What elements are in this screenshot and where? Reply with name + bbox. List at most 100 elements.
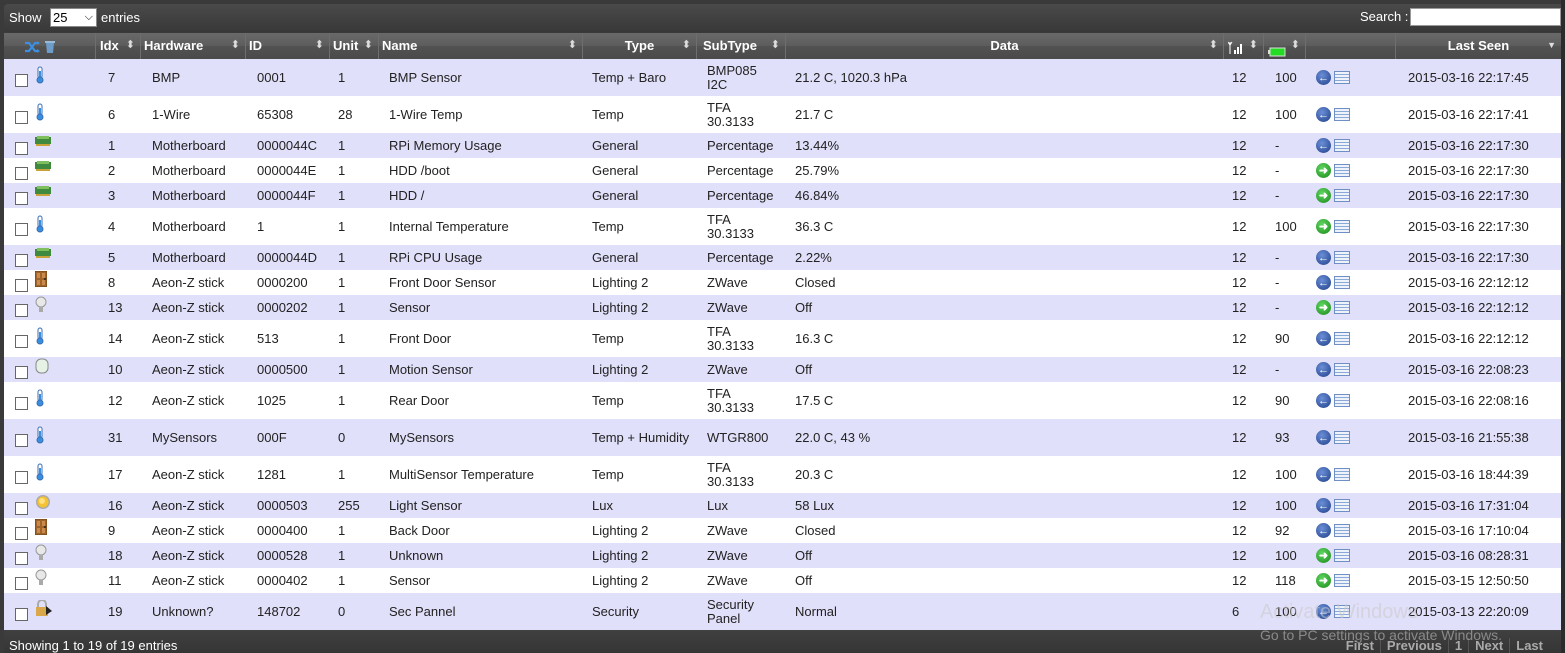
row-checkbox[interactable]: [15, 167, 28, 180]
row-checkbox[interactable]: [15, 608, 28, 621]
search-input[interactable]: [1410, 8, 1561, 26]
column-header-unit[interactable]: Unit ⬍: [330, 33, 379, 59]
arrow-left-icon[interactable]: ←: [1316, 467, 1331, 482]
arrow-left-icon[interactable]: ←: [1316, 138, 1331, 153]
log-icon[interactable]: [1334, 189, 1350, 202]
row-checkbox[interactable]: [15, 304, 28, 317]
table-row[interactable]: 12 Aeon-Z stick 1025 1 Rear Door Temp TFA 30.3…: [4, 382, 1561, 419]
thermometer-icon[interactable]: [35, 66, 51, 84]
log-icon[interactable]: [1334, 71, 1350, 84]
row-checkbox[interactable]: [15, 223, 28, 236]
row-checkbox[interactable]: [15, 552, 28, 565]
arrow-left-icon[interactable]: ←: [1316, 498, 1331, 513]
column-header-id[interactable]: ID ⬍: [246, 33, 330, 59]
row-checkbox[interactable]: [15, 74, 28, 87]
table-row[interactable]: 4 Motherboard 1 1 Internal Temperature Temp TF…: [4, 208, 1561, 245]
table-row[interactable]: 6 1-Wire 65308 28 1-Wire Temp Temp TFA 30.3133…: [4, 96, 1561, 133]
table-row[interactable]: 17 Aeon-Z stick 1281 1 MultiSensor Temperatu…: [4, 456, 1561, 493]
column-header-battery[interactable]: ⬍: [1264, 33, 1306, 59]
row-checkbox[interactable]: [15, 111, 28, 124]
arrow-right-icon[interactable]: ➜: [1316, 573, 1331, 588]
column-header-name[interactable]: Name ⬍: [379, 33, 583, 59]
lux-icon[interactable]: [35, 494, 51, 512]
table-row[interactable]: 18 Aeon-Z stick 0000528 1 Unknown Lighting 2 Z…: [4, 543, 1561, 568]
arrow-right-icon[interactable]: ➜: [1316, 548, 1331, 563]
log-icon[interactable]: [1334, 549, 1350, 562]
arrow-left-icon[interactable]: ←: [1316, 331, 1331, 346]
row-checkbox[interactable]: [15, 502, 28, 515]
thermometer-icon[interactable]: [35, 103, 51, 121]
column-header-idx[interactable]: Idx ⬍: [96, 33, 141, 59]
door-icon[interactable]: [34, 518, 51, 537]
table-row[interactable]: 31 MySensors 000F 0 MySensors Temp + Humidity…: [4, 419, 1561, 456]
pager-last[interactable]: Last: [1509, 638, 1549, 653]
row-checkbox[interactable]: [15, 335, 28, 348]
table-row[interactable]: 11 Aeon-Z stick 0000402 1 Sensor Lighting 2 ZW…: [4, 568, 1561, 593]
row-checkbox[interactable]: [15, 577, 28, 590]
bulb-icon[interactable]: [35, 544, 51, 562]
row-checkbox[interactable]: [15, 527, 28, 540]
board-icon[interactable]: [35, 159, 51, 177]
board-icon[interactable]: [35, 184, 51, 202]
arrow-right-icon[interactable]: ➜: [1316, 300, 1331, 315]
row-checkbox[interactable]: [15, 471, 28, 484]
bulb-icon[interactable]: [35, 569, 51, 587]
log-icon[interactable]: [1334, 220, 1350, 233]
log-icon[interactable]: [1334, 108, 1350, 121]
table-row[interactable]: 3 Motherboard 0000044F 1 HDD / General Percent…: [4, 183, 1561, 208]
column-header-signal[interactable]: ⬍: [1224, 33, 1264, 59]
arrow-left-icon[interactable]: ←: [1316, 362, 1331, 377]
table-row[interactable]: 9 Aeon-Z stick 0000400 1 Back Door Lighting 2…: [4, 518, 1561, 543]
log-icon[interactable]: [1334, 431, 1350, 444]
arrow-right-icon[interactable]: ➜: [1316, 219, 1331, 234]
entries-per-page-select[interactable]: 25 ⌵: [50, 8, 97, 27]
arrow-right-icon[interactable]: ➜: [1316, 163, 1331, 178]
door-icon[interactable]: [34, 270, 51, 289]
table-row[interactable]: 2 Motherboard 0000044E 1 HDD /boot General Per…: [4, 158, 1561, 183]
board-icon[interactable]: [35, 246, 51, 264]
log-icon[interactable]: [1334, 468, 1350, 481]
arrow-left-icon[interactable]: ←: [1316, 430, 1331, 445]
log-icon[interactable]: [1334, 164, 1350, 177]
table-row[interactable]: 5 Motherboard 0000044D 1 RPi CPU Usage Genera…: [4, 245, 1561, 270]
log-icon[interactable]: [1334, 276, 1350, 289]
arrow-right-icon[interactable]: ➜: [1316, 188, 1331, 203]
column-header-subtype[interactable]: SubType ⬍: [697, 33, 786, 59]
row-checkbox[interactable]: [15, 142, 28, 155]
log-icon[interactable]: [1334, 363, 1350, 376]
thermometer-icon[interactable]: [35, 463, 51, 481]
table-row[interactable]: 1 Motherboard 0000044C 1 RPi Memory Usage Gen…: [4, 133, 1561, 158]
row-checkbox[interactable]: [15, 397, 28, 410]
thermometer-icon[interactable]: [35, 215, 51, 233]
log-icon[interactable]: [1334, 394, 1350, 407]
row-checkbox[interactable]: [15, 279, 28, 292]
arrow-left-icon[interactable]: ←: [1316, 70, 1331, 85]
arrow-left-icon[interactable]: ←: [1316, 275, 1331, 290]
bulb-icon[interactable]: [35, 296, 51, 314]
thermometer-icon[interactable]: [35, 327, 51, 345]
arrow-left-icon[interactable]: ←: [1316, 250, 1331, 265]
board-icon[interactable]: [35, 134, 51, 152]
column-header-type[interactable]: Type ⬍: [583, 33, 697, 59]
table-row[interactable]: 16 Aeon-Z stick 0000503 255 Light Sensor Lux L…: [4, 493, 1561, 518]
log-icon[interactable]: [1334, 301, 1350, 314]
log-icon[interactable]: [1334, 574, 1350, 587]
log-icon[interactable]: [1334, 499, 1350, 512]
row-checkbox[interactable]: [15, 366, 28, 379]
table-row[interactable]: 14 Aeon-Z stick 513 1 Front Door Temp TFA 30.3…: [4, 320, 1561, 357]
arrow-left-icon[interactable]: ←: [1316, 393, 1331, 408]
thermometer-icon[interactable]: [35, 389, 51, 407]
table-row[interactable]: 13 Aeon-Z stick 0000202 1 Sensor Lighting 2 ZW…: [4, 295, 1561, 320]
arrow-left-icon[interactable]: ←: [1316, 523, 1331, 538]
log-icon[interactable]: [1334, 524, 1350, 537]
column-header-last-seen[interactable]: Last Seen ▼: [1396, 33, 1561, 59]
row-checkbox[interactable]: [15, 192, 28, 205]
column-header-hardware[interactable]: Hardware ⬍: [141, 33, 246, 59]
row-checkbox[interactable]: [15, 254, 28, 267]
table-row[interactable]: 7 BMP 0001 1 BMP Sensor Temp + Baro BMP085 I2C…: [4, 59, 1561, 96]
column-header-data[interactable]: Data ⬍: [786, 33, 1224, 59]
motion-icon[interactable]: [35, 358, 51, 376]
arrow-left-icon[interactable]: ←: [1316, 107, 1331, 122]
log-icon[interactable]: [1334, 139, 1350, 152]
security-icon[interactable]: [35, 599, 52, 618]
